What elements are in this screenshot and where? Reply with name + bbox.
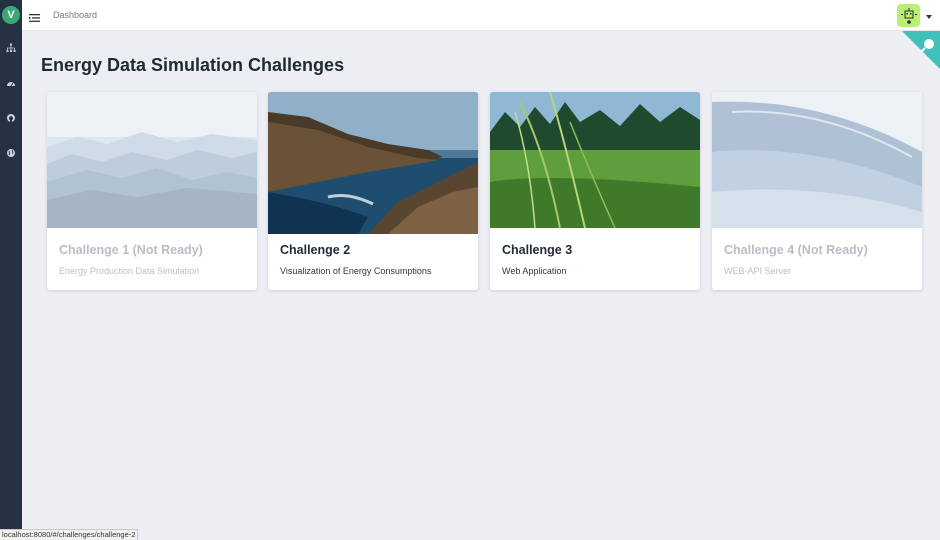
card-title: Challenge 1 (Not Ready) xyxy=(59,243,203,257)
status-bar-url: localhost:8080/#/challenges/challenge-2 xyxy=(0,529,139,540)
topbar: Dashboard xyxy=(22,0,940,31)
challenge-card-2[interactable]: Challenge 2 Visualization of Energy Cons… xyxy=(268,92,478,290)
card-subtitle: Web Application xyxy=(502,266,567,276)
water-wave-image xyxy=(712,92,922,228)
sidebar: V xyxy=(0,0,22,540)
challenge-card-4[interactable]: Challenge 4 (Not Ready) WEB-API Server xyxy=(712,92,922,290)
card-title: Challenge 2 xyxy=(280,243,351,257)
user-menu-caret-icon[interactable] xyxy=(926,15,932,19)
github-icon[interactable] xyxy=(4,111,18,125)
challenge-card-3[interactable]: Challenge 3 Web Application xyxy=(490,92,700,290)
github-corner-icon[interactable] xyxy=(902,31,940,69)
rocky-coast-image xyxy=(268,92,478,234)
misty-mountains-image xyxy=(47,92,257,228)
card-title: Challenge 3 xyxy=(502,243,573,257)
menu-toggle-icon[interactable] xyxy=(29,10,40,22)
logo-letter: V xyxy=(7,9,15,21)
card-subtitle: Energy Production Data Simulation xyxy=(59,266,200,276)
grass-field-image xyxy=(490,92,700,228)
globe-icon[interactable] xyxy=(4,146,18,160)
card-subtitle: Visualization of Energy Consumptions xyxy=(280,266,432,276)
breadcrumb[interactable]: Dashboard xyxy=(53,10,97,20)
challenge-card-1[interactable]: Challenge 1 (Not Ready) Energy Productio… xyxy=(47,92,257,290)
app-logo[interactable]: V xyxy=(2,6,20,24)
page-title: Energy Data Simulation Challenges xyxy=(41,55,345,75)
dashboard-icon[interactable] xyxy=(4,77,18,91)
sitemap-icon[interactable] xyxy=(4,41,18,55)
robot-avatar-icon[interactable] xyxy=(897,4,920,27)
card-subtitle: WEB-API Server xyxy=(724,266,792,276)
card-title: Challenge 4 (Not Ready) xyxy=(724,243,868,257)
